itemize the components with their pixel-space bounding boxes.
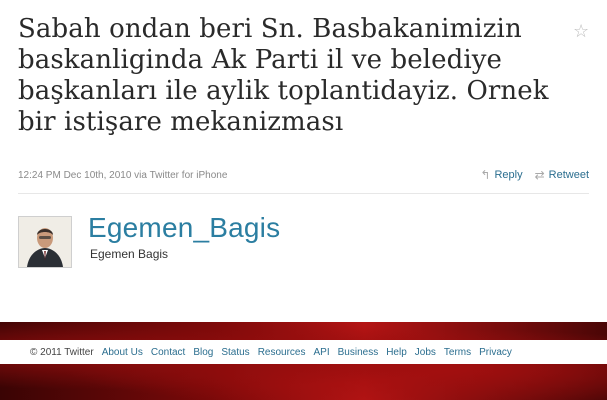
footer-link-resources[interactable]: Resources <box>258 347 306 358</box>
tweet-line: baskanliginda Ak Parti il ve belediye <box>18 45 503 75</box>
star-icon[interactable]: ☆ <box>573 22 591 40</box>
footer-copyright: © 2011 Twitter <box>30 346 94 358</box>
footer-link-terms[interactable]: Terms <box>444 347 471 358</box>
tweet-card: Sabah ondan beri Sn. Basbakanimizin bask… <box>0 0 607 322</box>
tweet-actions: ↰ Reply ⇄ Retweet <box>480 168 589 182</box>
footer-link-help[interactable]: Help <box>386 347 407 358</box>
footer-link-blog[interactable]: Blog <box>193 347 213 358</box>
tweet-line: başkanları ile aylik toplantidayiz. Orne… <box>18 76 549 106</box>
footer-link-status[interactable]: Status <box>221 347 249 358</box>
retweet-icon: ⇄ <box>534 168 545 182</box>
tweet-line: bir istişare mekanizması <box>18 107 344 137</box>
avatar-image <box>19 217 71 267</box>
footer-link-about-us[interactable]: About Us <box>102 347 143 358</box>
author-username[interactable]: Egemen_Bagis <box>88 212 280 244</box>
tweet-meta: 12:24 PM Dec 10th, 2010 via Twitter for … <box>18 170 228 181</box>
reply-icon: ↰ <box>480 168 491 182</box>
avatar[interactable] <box>18 216 72 268</box>
tweet-line: Sabah ondan beri Sn. Basbakanimizin <box>18 14 522 44</box>
retweet-label: Retweet <box>548 169 589 181</box>
footer-link-api[interactable]: API <box>314 347 330 358</box>
footer-link-jobs[interactable]: Jobs <box>415 347 436 358</box>
tweet-text: Sabah ondan beri Sn. Basbakanimizin bask… <box>18 14 558 138</box>
footer-link-privacy[interactable]: Privacy <box>479 347 512 358</box>
author-name: Egemen Bagis <box>90 247 169 261</box>
reply-button[interactable]: ↰ Reply <box>480 168 522 182</box>
footer-link-business[interactable]: Business <box>338 347 379 358</box>
divider <box>18 193 589 194</box>
retweet-button[interactable]: ⇄ Retweet <box>535 168 589 182</box>
reply-label: Reply <box>494 169 523 181</box>
footer: © 2011 Twitter About Us Contact Blog Sta… <box>0 340 607 364</box>
footer-link-contact[interactable]: Contact <box>151 347 185 358</box>
